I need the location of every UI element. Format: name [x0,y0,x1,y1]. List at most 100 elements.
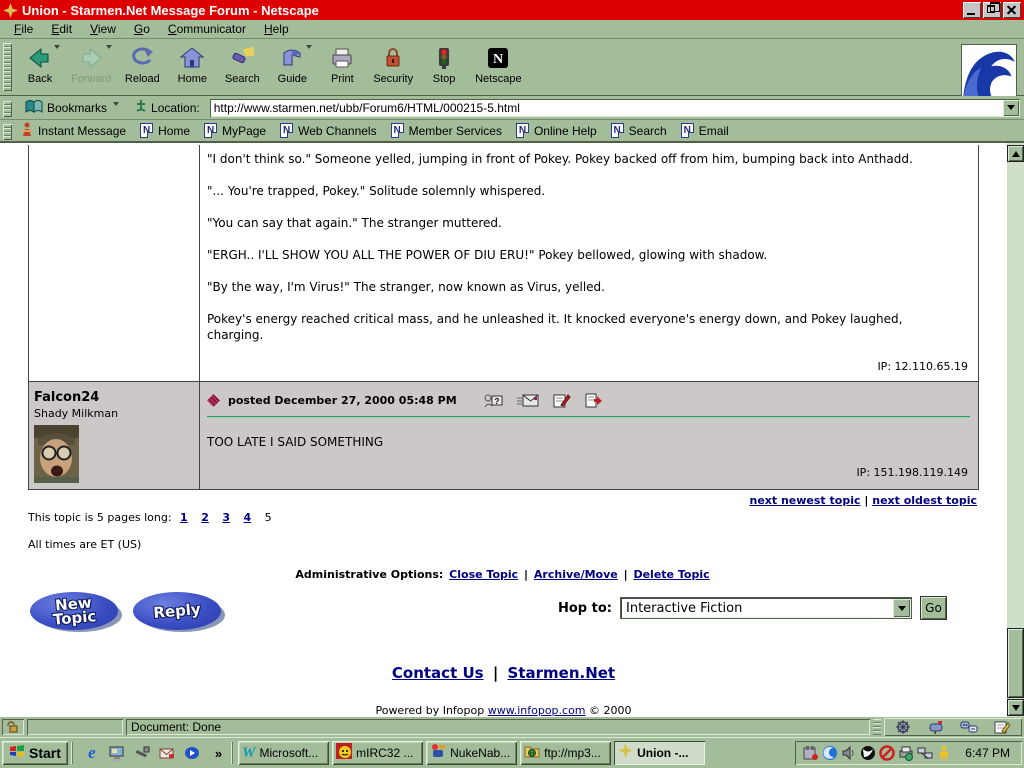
back-button[interactable]: Back [15,42,65,92]
personal-email-button[interactable]: N Email [677,121,737,140]
vertical-scrollbar[interactable] [1007,143,1024,717]
archive-move-link[interactable]: Archive/Move [534,568,618,581]
tray-icq-icon[interactable] [822,745,838,761]
personal-search-button[interactable]: N Search [607,121,675,140]
scrollbar-thumb[interactable] [1007,628,1024,698]
post-paragraph: "I don't think so." Someone yelled, jump… [207,151,940,167]
stop-button[interactable]: Stop [419,42,469,92]
tray-scheduler-icon[interactable] [803,745,819,761]
view-profile-icon[interactable]: ? [483,393,503,408]
tray-blocked-icon[interactable] [879,745,895,761]
new-topic-button[interactable]: New Topic [30,592,124,634]
taskbar-button-word[interactable]: W Microsoft... [238,741,329,765]
title-bar[interactable]: Union - Starmen.Net Message Forum - Nets… [0,0,1024,20]
statusbar-grip[interactable] [873,719,881,735]
home-icon [180,45,204,71]
minimize-button[interactable] [963,2,981,18]
post-paragraph: "You can say that again." The stranger m… [207,215,940,231]
close-button[interactable] [1003,2,1021,18]
desktop-icon[interactable] [108,744,126,762]
taskbar-clock: 6:47 PM [965,746,1014,760]
instant-message-button[interactable]: Instant Message [17,120,134,142]
personal-webchannels-button[interactable]: N Web Channels [276,121,385,140]
status-message-area: Document: Done [126,719,870,735]
page-link-3[interactable]: 3 [222,511,230,524]
menu-view[interactable]: View [82,20,124,38]
next-oldest-topic-link[interactable]: next oldest topic [872,494,977,507]
outlook-mail-icon[interactable] [158,744,176,762]
menu-communicator[interactable]: Communicator [160,20,254,38]
home-button[interactable]: Home [167,42,217,92]
netscape-button[interactable]: N Netscape [469,42,527,92]
menu-go[interactable]: Go [126,20,158,38]
taskbar-button-union-active[interactable]: Union -... [614,741,705,765]
taskbar-grip[interactable] [71,742,75,764]
infopop-link[interactable]: www.infopop.com [488,704,586,717]
bookmarks-button[interactable]: Bookmarks [19,97,125,118]
netscape-throbber-wave-icon[interactable] [962,45,1016,99]
tray-volume-icon[interactable] [841,745,857,761]
page-link-4[interactable]: 4 [244,511,252,524]
location-label-chip[interactable]: Location: [129,97,206,118]
taskbar-button-mirc[interactable]: mIRC32 ... [332,741,423,765]
mailbox-icon[interactable] [928,720,944,734]
page-link-1[interactable]: 1 [180,511,188,524]
edit-post-icon[interactable] [553,393,571,408]
contact-us-link[interactable]: Contact Us [392,664,484,682]
reply-button[interactable]: Reply [133,592,227,634]
post-paragraph: "By the way, I'm Virus!" The stranger, n… [207,279,940,295]
taskbar-button-ftp[interactable]: ftp://mp3... [520,741,611,765]
url-input[interactable]: http://www.starmen.net/ubb/Forum6/HTML/0… [210,99,1020,117]
browser-viewport: "I don't think so." Someone yelled, jump… [0,143,1024,717]
security-button[interactable]: Security [367,42,419,92]
post-user-title: Shady Milkman [34,407,193,420]
tray-network-icon[interactable] [917,745,933,761]
toolbar-grip[interactable] [3,43,12,91]
tray-printer-icon[interactable] [898,745,914,761]
page-link-2[interactable]: 2 [201,511,209,524]
personal-onlinehelp-button[interactable]: N Online Help [512,121,605,140]
reload-button[interactable]: Reload [117,42,167,92]
quick-launch-overflow-chevron[interactable]: » [209,746,228,761]
search-button[interactable]: Search [217,42,267,92]
personal-grip[interactable] [3,124,12,140]
close-topic-link[interactable]: Close Topic [449,568,518,581]
delete-topic-link[interactable]: Delete Topic [633,568,709,581]
tools-icon[interactable] [133,744,151,762]
print-button[interactable]: Print [317,42,367,92]
personal-home-button[interactable]: N Home [136,121,198,140]
go-button[interactable]: Go [920,596,947,620]
forward-button[interactable]: Forward [65,42,117,92]
word-icon: W [242,744,255,762]
personal-mypage-button[interactable]: N MyPage [200,121,274,140]
tray-dialup-globe-icon[interactable] [860,745,876,761]
scroll-up-button[interactable] [1007,145,1024,162]
navigator-icon[interactable] [896,720,912,734]
next-newest-topic-link[interactable]: next newest topic [750,494,861,507]
security-lock-button[interactable] [2,719,24,735]
location-grip[interactable] [3,101,12,117]
restore-button[interactable] [983,2,1001,18]
post-username: Falcon24 [34,390,193,405]
tray-aim-icon[interactable] [936,745,952,761]
taskbar-grip[interactable] [231,742,235,764]
hop-to-select[interactable]: Interactive Fiction [620,597,912,619]
discussions-icon[interactable] [960,720,978,734]
scroll-down-button[interactable] [1007,699,1024,716]
internet-explorer-icon[interactable]: e [83,744,101,762]
menu-file[interactable]: File [6,20,41,38]
menu-edit[interactable]: Edit [43,20,80,38]
start-button[interactable]: Start [2,741,68,765]
url-dropdown-button[interactable] [1003,100,1019,116]
reply-quote-icon[interactable] [585,393,603,408]
composer-icon[interactable] [994,720,1010,734]
menu-help[interactable]: Help [256,20,297,38]
email-icon[interactable] [517,394,539,407]
personal-memberservices-button[interactable]: N Member Services [387,121,510,140]
n-page-icon: N [611,123,624,138]
starmen-net-link[interactable]: Starmen.Net [508,664,616,682]
taskbar-button-nukenabber[interactable]: NukeNab... [426,741,517,765]
media-player-icon[interactable] [183,744,201,762]
guide-button[interactable]: Guide [267,42,317,92]
chevron-down-icon[interactable] [893,599,910,617]
